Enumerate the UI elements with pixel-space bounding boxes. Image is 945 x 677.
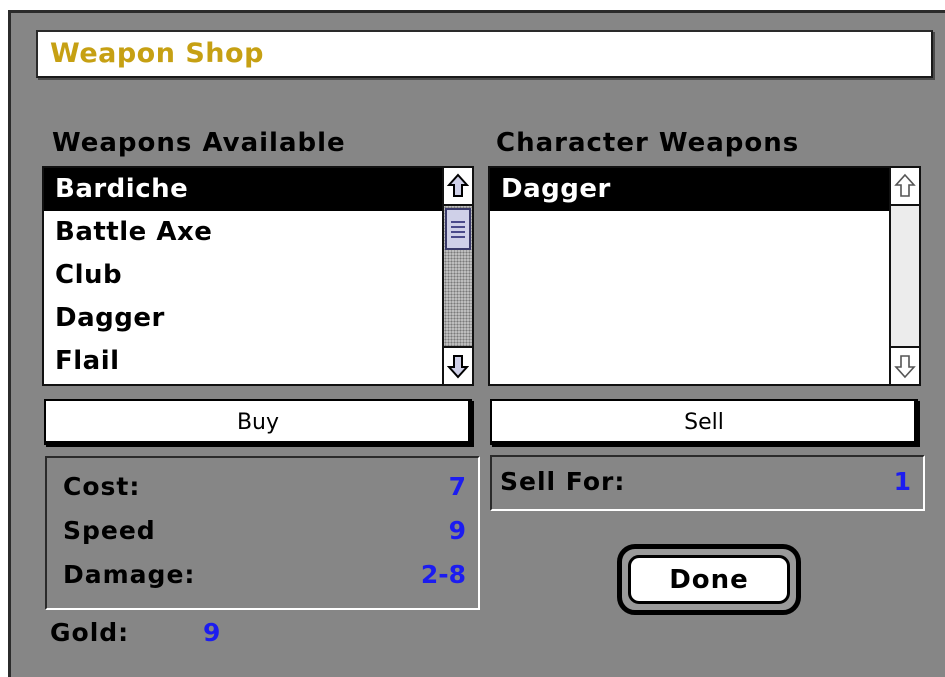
weapons-available-item[interactable]: Flail [44,340,442,383]
arrow-up-icon [894,173,916,197]
damage-label: Damage: [63,560,196,589]
gold-label: Gold: [50,618,130,647]
weapons-available-item[interactable]: Club [44,254,442,297]
scroll-thumb[interactable] [445,208,471,250]
arrow-up-icon [447,173,469,197]
weapon-stats-panel: Cost: 7 Speed 9 Damage: 2-8 [45,456,480,610]
cost-value: 7 [448,472,466,501]
weapons-available-list[interactable]: Bardiche Battle Axe Club Dagger Flail [42,166,474,386]
scroll-track [891,206,919,346]
title-bar: Weapon Shop [36,30,933,78]
sell-for-panel: Sell For: 1 [490,455,925,511]
sell-for-label: Sell For: [500,467,626,496]
damage-value: 2-8 [420,560,466,589]
screen: Weapon Shop Weapons Available Bardiche Ba… [0,0,945,677]
scroll-up-button[interactable] [891,168,919,206]
weapons-available-item[interactable]: Bardiche [44,168,442,211]
scroll-down-button[interactable] [891,346,919,384]
weapons-available-label: Weapons Available [52,128,346,158]
character-weapon-item[interactable]: Dagger [490,168,889,211]
done-button-frame: Done [617,544,801,615]
arrow-down-icon [447,355,469,379]
sell-for-value: 1 [893,467,911,496]
arrow-down-icon [894,355,916,379]
buy-button[interactable]: Buy [44,399,472,445]
weapons-available-item[interactable]: Battle Axe [44,211,442,254]
scroll-down-button[interactable] [444,346,472,384]
speed-value: 9 [448,516,466,545]
character-weapons-scrollbar[interactable] [889,168,919,384]
weapons-available-scrollbar[interactable] [442,168,472,384]
character-weapons-items: Dagger [490,168,889,211]
done-button[interactable]: Done [628,555,790,604]
character-weapons-label: Character Weapons [496,128,800,158]
character-weapons-list[interactable]: Dagger [488,166,921,386]
weapons-available-items: Bardiche Battle Axe Club Dagger Flail [44,168,442,383]
cost-label: Cost: [63,472,141,501]
shop-title: Weapon Shop [50,38,264,69]
scroll-up-button[interactable] [444,168,472,206]
gold-value: 9 [203,618,221,647]
sell-button[interactable]: Sell [490,399,918,445]
speed-label: Speed [63,516,156,545]
weapons-available-item[interactable]: Dagger [44,297,442,340]
